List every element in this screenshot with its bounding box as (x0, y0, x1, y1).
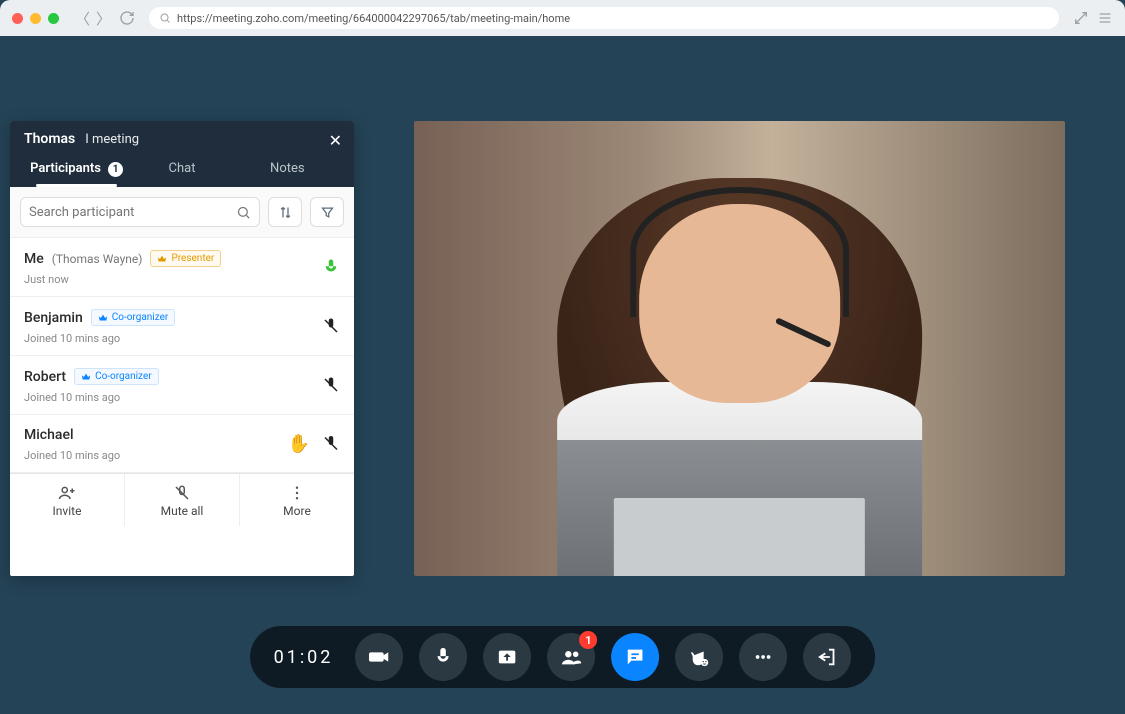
participants-panel: Thomas I meeting ✕ Participants 1 Chat N… (10, 121, 354, 576)
badge-co-organizer: Co-organizer (74, 368, 159, 385)
crown-icon (98, 313, 108, 323)
chat-button[interactable] (611, 633, 659, 681)
panel-owner: Thomas (24, 131, 75, 147)
share-screen-icon (496, 646, 518, 668)
window-minimize-dot[interactable] (30, 13, 41, 24)
mute-all-button[interactable]: Mute all (125, 474, 240, 526)
filter-button[interactable] (310, 197, 344, 227)
leave-icon (816, 646, 838, 668)
window-maximize-dot[interactable] (48, 13, 59, 24)
participant-joined: Joined 10 mins ago (24, 391, 340, 404)
mic-button[interactable] (419, 633, 467, 681)
camera-button[interactable] (355, 633, 403, 681)
tab-chat[interactable]: Chat (129, 161, 234, 187)
panel-header: Thomas I meeting ✕ Participants 1 Chat N… (10, 121, 354, 187)
participants-badge: 1 (579, 631, 597, 649)
browser-chrome: 〈 〉 https://meeting.zoho.com/meeting/664… (0, 0, 1125, 36)
participant-name: Me (24, 251, 44, 267)
search-box (20, 197, 260, 227)
meeting-timer: 01:02 (274, 647, 334, 668)
participant-row[interactable]: Michael Joined 10 mins ago ✋ (10, 415, 354, 473)
share-screen-button[interactable] (483, 633, 531, 681)
mic-muted-icon[interactable] (322, 435, 340, 453)
participant-row[interactable]: Benjamin Co-organizer Joined 10 mins ago (10, 297, 354, 356)
video-main[interactable] (414, 121, 1065, 576)
nav-back-icon[interactable]: 〈 (75, 8, 90, 29)
participants-button[interactable]: 1 (547, 633, 595, 681)
participant-joined: Joined 10 mins ago (24, 332, 340, 345)
meeting-toolbar: 01:02 1 (250, 626, 876, 688)
chat-icon (624, 646, 646, 668)
crown-icon (157, 254, 167, 264)
nav-forward-icon[interactable]: 〉 (96, 8, 111, 29)
panel-actions: Invite Mute all More (10, 473, 354, 526)
sort-button[interactable] (268, 197, 302, 227)
search-icon[interactable] (236, 205, 251, 220)
search-icon (159, 12, 171, 24)
expand-icon[interactable] (1073, 10, 1089, 26)
more-vertical-icon (288, 484, 306, 502)
participant-name: Benjamin (24, 310, 83, 326)
url-bar[interactable]: https://meeting.zoho.com/meeting/6640000… (149, 7, 1059, 29)
person-plus-icon (58, 484, 76, 502)
reactions-button[interactable] (675, 633, 723, 681)
search-row (10, 187, 354, 238)
mic-icon (432, 646, 454, 668)
mic-muted-icon[interactable] (322, 376, 340, 394)
more-button[interactable]: More (240, 474, 354, 526)
badge-presenter: Presenter (150, 250, 221, 267)
hamburger-icon[interactable] (1097, 10, 1113, 26)
raised-hand-icon: ✋ (288, 433, 310, 454)
tab-participants[interactable]: Participants 1 (24, 161, 129, 187)
invite-button[interactable]: Invite (10, 474, 125, 526)
crown-icon (81, 372, 91, 382)
mic-active-icon[interactable] (322, 258, 340, 276)
badge-co-organizer: Co-organizer (91, 309, 176, 326)
video-person (512, 144, 968, 576)
tab-participants-label: Participants (30, 161, 101, 176)
leave-button[interactable] (803, 633, 851, 681)
traffic-lights (12, 13, 59, 24)
participant-row[interactable]: Me (Thomas Wayne) Presenter Just now (10, 238, 354, 297)
participant-row[interactable]: Robert Co-organizer Joined 10 mins ago (10, 356, 354, 415)
reload-icon[interactable] (119, 10, 135, 26)
panel-title-suffix: I meeting (85, 132, 139, 147)
more-horizontal-icon (752, 646, 774, 668)
participant-name: Robert (24, 369, 66, 385)
toolbar-more-button[interactable] (739, 633, 787, 681)
search-input[interactable] (29, 205, 236, 220)
tab-notes[interactable]: Notes (235, 161, 340, 187)
participant-subname: (Thomas Wayne) (52, 252, 143, 266)
participant-name: Michael (24, 427, 74, 443)
hand-emoji-icon (688, 646, 710, 668)
mic-off-icon (173, 484, 191, 502)
window-close-dot[interactable] (12, 13, 23, 24)
mic-muted-icon[interactable] (322, 317, 340, 335)
camera-icon (368, 646, 390, 668)
nav-arrows: 〈 〉 (75, 8, 111, 29)
participant-joined: Just now (24, 273, 340, 286)
people-icon (560, 646, 582, 668)
close-icon[interactable]: ✕ (329, 131, 342, 150)
tab-participants-count: 1 (108, 162, 123, 177)
url-text: https://meeting.zoho.com/meeting/6640000… (177, 12, 570, 25)
